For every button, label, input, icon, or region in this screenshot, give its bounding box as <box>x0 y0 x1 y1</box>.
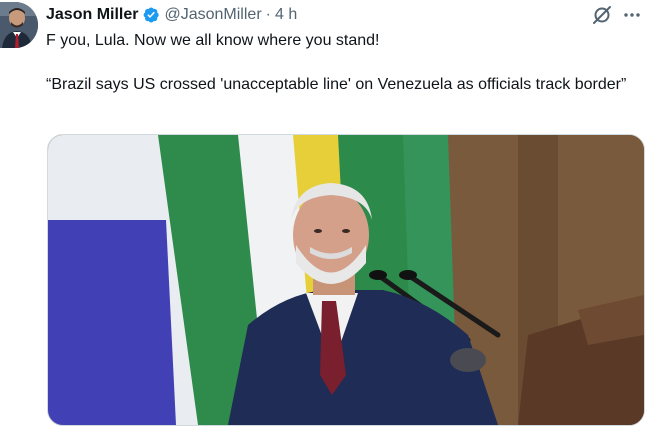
post-header: Jason Miller @JasonMiller · 4 h <box>46 4 297 26</box>
more-options-icon[interactable] <box>620 3 644 27</box>
avatar-photo <box>0 2 38 48</box>
grok-icon[interactable] <box>590 3 614 27</box>
media-photo <box>48 135 644 425</box>
author-name[interactable]: Jason Miller <box>46 5 138 25</box>
post-timestamp[interactable]: 4 h <box>275 5 297 25</box>
header-separator: · <box>265 6 271 23</box>
post-text-line: F you, Lula. Now we all know where you s… <box>46 32 380 49</box>
author-handle[interactable]: @JasonMiller <box>164 5 261 25</box>
post-text-quote: “Brazil says US crossed 'unacceptable li… <box>46 76 627 93</box>
verified-badge-icon[interactable] <box>142 6 160 24</box>
post-media-image[interactable] <box>47 134 645 426</box>
author-avatar[interactable] <box>0 2 38 48</box>
